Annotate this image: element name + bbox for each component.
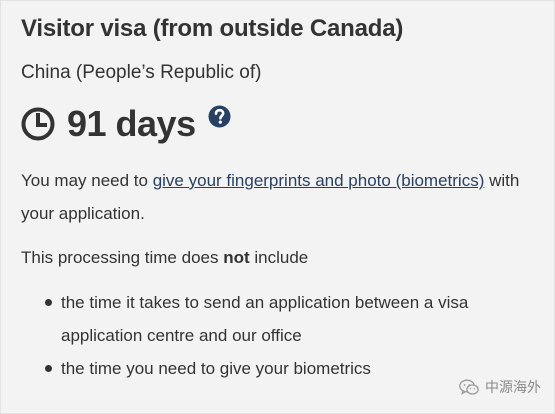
watermark-text: 中源海外	[485, 379, 541, 395]
country-label: China (People’s Republic of)	[21, 62, 262, 83]
bullet-icon	[45, 299, 52, 306]
processing-time-value: 91 days	[67, 103, 196, 144]
biometrics-prefix: You may need to	[21, 171, 153, 190]
list-item: the time you need to give your biometric…	[21, 352, 521, 385]
biometrics-link[interactable]: give your fingerprints and photo (biomet…	[153, 171, 485, 190]
exclusions-intro-before: This processing time does	[21, 248, 224, 267]
exclusions-intro-after: include	[249, 248, 309, 267]
bullet-icon	[45, 365, 52, 372]
question-circle-icon[interactable]	[208, 105, 231, 128]
watermark: 中源海外	[459, 377, 541, 397]
visa-type-title: Visitor visa (from outside Canada)	[21, 15, 404, 42]
list-item: the time it takes to send an application…	[21, 286, 521, 352]
exclusions-list: the time it takes to send an application…	[21, 286, 521, 385]
biometrics-notice: You may need to give your fingerprints a…	[21, 164, 541, 230]
exclusions-intro-bold: not	[223, 248, 250, 267]
exclusion-text: the time it takes to send an application…	[61, 293, 469, 345]
exclusions-intro: This processing time does not include	[21, 241, 541, 274]
processing-time-row: 91 days	[21, 101, 196, 147]
exclusion-text: the time you need to give your biometric…	[61, 359, 371, 378]
wechat-icon	[459, 379, 479, 395]
processing-time-card: Visitor visa (from outside Canada) China…	[0, 0, 555, 414]
clock-icon	[21, 107, 55, 141]
